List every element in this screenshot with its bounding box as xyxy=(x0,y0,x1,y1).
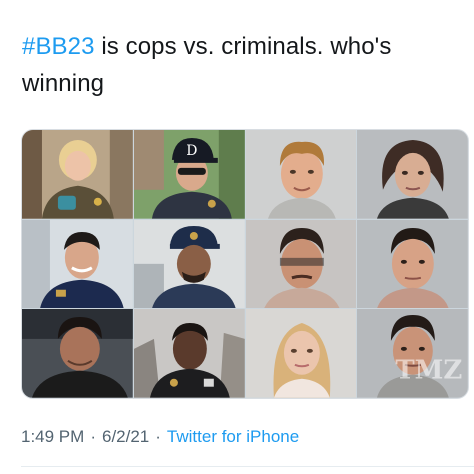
tweet-card: #BB23 is cops vs. criminals. who's winni… xyxy=(0,0,474,474)
photo-1[interactable] xyxy=(22,130,133,219)
tweet-text-line-1: is cops vs. criminals. who's xyxy=(94,33,392,60)
photo-8[interactable] xyxy=(357,219,468,309)
tweet-time[interactable]: 1:49 PM xyxy=(21,427,84,446)
tweet-text: #BB23 is cops vs. criminals. who's winni… xyxy=(22,28,452,102)
photo-2[interactable]: D xyxy=(133,130,245,219)
tweet-source-link[interactable]: Twitter for iPhone xyxy=(167,427,299,446)
photo-3[interactable] xyxy=(245,130,357,219)
media-grid: D TMZ xyxy=(21,129,469,399)
cap-logo: D xyxy=(186,143,197,159)
photo-4[interactable] xyxy=(357,130,468,219)
tweet-metadata: 1:49 PM · 6/2/21 · Twitter for iPhone xyxy=(21,427,299,447)
tweet-text-line-2: winning xyxy=(22,70,105,97)
meta-separator: · xyxy=(155,427,161,446)
hashtag-link[interactable]: #BB23 xyxy=(22,33,95,60)
photo-10[interactable] xyxy=(133,309,245,398)
photo-11[interactable] xyxy=(245,309,357,398)
photo-7[interactable] xyxy=(245,219,357,309)
meta-separator: · xyxy=(90,427,96,446)
tmz-watermark: TMZ xyxy=(396,356,463,386)
photo-5[interactable] xyxy=(22,219,133,309)
tweet-date[interactable]: 6/2/21 xyxy=(102,427,149,446)
photo-6[interactable] xyxy=(133,219,245,309)
photo-12[interactable]: TMZ xyxy=(357,309,468,398)
divider xyxy=(21,466,474,467)
photo-9[interactable] xyxy=(22,309,133,398)
